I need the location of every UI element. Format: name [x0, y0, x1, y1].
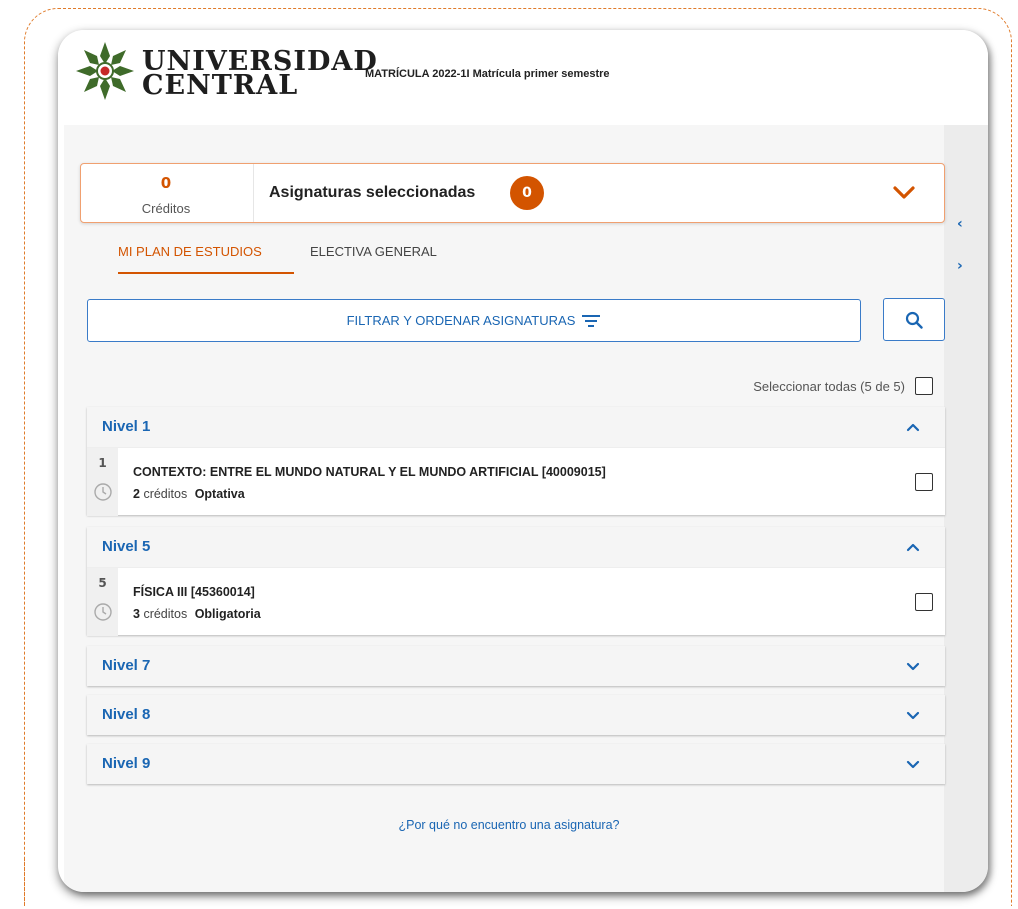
- divider: [253, 164, 254, 222]
- chevron-up-icon[interactable]: [905, 419, 921, 435]
- course-meta: 2 créditos Optativa: [133, 487, 245, 501]
- course-credits-unit: créditos: [143, 487, 188, 501]
- filter-icon: [582, 314, 601, 327]
- course-checkbox[interactable]: [915, 473, 933, 491]
- tab-mi-plan-de-estudios[interactable]: MI PLAN DE ESTUDIOS: [118, 244, 262, 259]
- filter-sort-label: FILTRAR Y ORDENAR ASIGNATURAS: [346, 313, 576, 328]
- level-panel-nivel-7: Nivel 7: [87, 646, 945, 686]
- level-header[interactable]: Nivel 7: [87, 646, 945, 686]
- select-all-label: Seleccionar todas (5 de 5): [753, 379, 905, 394]
- course-level: 5: [98, 576, 107, 590]
- level-panel-nivel-9: Nivel 9: [87, 744, 945, 784]
- credits-label: Créditos: [141, 201, 191, 216]
- app-header: UNIVERSIDAD CENTRAL MATRÍCULA 2022-1I Ma…: [58, 30, 988, 125]
- help-link-label[interactable]: ¿Por qué no encuentro una asignatura?: [399, 818, 620, 832]
- chevron-up-icon[interactable]: [905, 539, 921, 555]
- active-tab-indicator: [118, 272, 294, 274]
- select-all-checkbox[interactable]: [915, 377, 933, 395]
- tab-electiva-general[interactable]: ELECTIVA GENERAL: [310, 244, 437, 259]
- level-title: Nivel 9: [102, 755, 151, 772]
- level-panel-nivel-1: Nivel 1 1 CONTEXTO: ENTRE EL MUNDO NATUR…: [87, 407, 945, 516]
- level-panel-nivel-5: Nivel 5 5 FÍSICA III [45360014] 3 crédit…: [87, 527, 945, 636]
- course-name: CONTEXTO: ENTRE EL MUNDO NATURAL Y EL MU…: [133, 465, 606, 479]
- course-credits: 2: [133, 487, 140, 501]
- level-title: Nivel 7: [102, 657, 151, 674]
- filter-sort-button[interactable]: FILTRAR Y ORDENAR ASIGNATURAS: [87, 299, 861, 342]
- chevron-down-icon[interactable]: [905, 756, 921, 772]
- selected-count-badge: 0: [510, 176, 544, 210]
- dashed-frame-corner: [24, 858, 54, 906]
- course-name: FÍSICA III [45360014]: [133, 585, 255, 599]
- help-link[interactable]: ¿Por qué no encuentro una asignatura?: [0, 818, 1018, 832]
- select-all: Seleccionar todas (5 de 5): [700, 376, 935, 398]
- chevron-down-icon[interactable]: [891, 180, 917, 206]
- chevron-left-icon[interactable]: ‹: [957, 216, 963, 232]
- right-rail: [944, 125, 988, 892]
- credits-value: 0: [160, 174, 172, 192]
- chevron-down-icon[interactable]: [905, 658, 921, 674]
- selected-courses-title: Asignaturas seleccionadas: [269, 184, 476, 201]
- clock-icon: [94, 483, 112, 501]
- course-row: 5 FÍSICA III [45360014] 3 créditos Oblig…: [87, 567, 945, 636]
- course-type: Obligatoria: [194, 607, 261, 621]
- level-title: Nivel 8: [102, 706, 151, 723]
- chevron-down-icon[interactable]: [905, 707, 921, 723]
- selected-courses-summary[interactable]: 0 Créditos Asignaturas seleccionadas 0: [80, 163, 945, 223]
- logo-line-2: CENTRAL: [142, 70, 299, 101]
- search-button[interactable]: [883, 298, 945, 341]
- level-header[interactable]: Nivel 8: [87, 695, 945, 735]
- course-meta: 3 créditos Obligatoria: [133, 607, 261, 621]
- clock-icon: [94, 603, 112, 621]
- chevron-right-icon[interactable]: ›: [957, 258, 963, 274]
- page-title: MATRÍCULA 2022-1I Matrícula primer semes…: [365, 68, 610, 80]
- course-credits-unit: créditos: [143, 607, 188, 621]
- search-icon: [905, 311, 923, 329]
- level-panel-nivel-8: Nivel 8: [87, 695, 945, 735]
- course-checkbox[interactable]: [915, 593, 933, 611]
- course-level: 1: [98, 456, 107, 470]
- level-title: Nivel 5: [102, 538, 151, 555]
- course-row: 1 CONTEXTO: ENTRE EL MUNDO NATURAL Y EL …: [87, 447, 945, 516]
- level-header[interactable]: Nivel 1: [87, 407, 945, 447]
- level-header[interactable]: Nivel 9: [87, 744, 945, 784]
- level-title: Nivel 1: [102, 418, 151, 435]
- university-logo-icon: [76, 42, 134, 100]
- course-credits: 3: [133, 607, 140, 621]
- course-type: Optativa: [194, 487, 245, 501]
- level-header[interactable]: Nivel 5: [87, 527, 945, 567]
- university-logo-text: UNIVERSIDAD CENTRAL: [142, 48, 378, 101]
